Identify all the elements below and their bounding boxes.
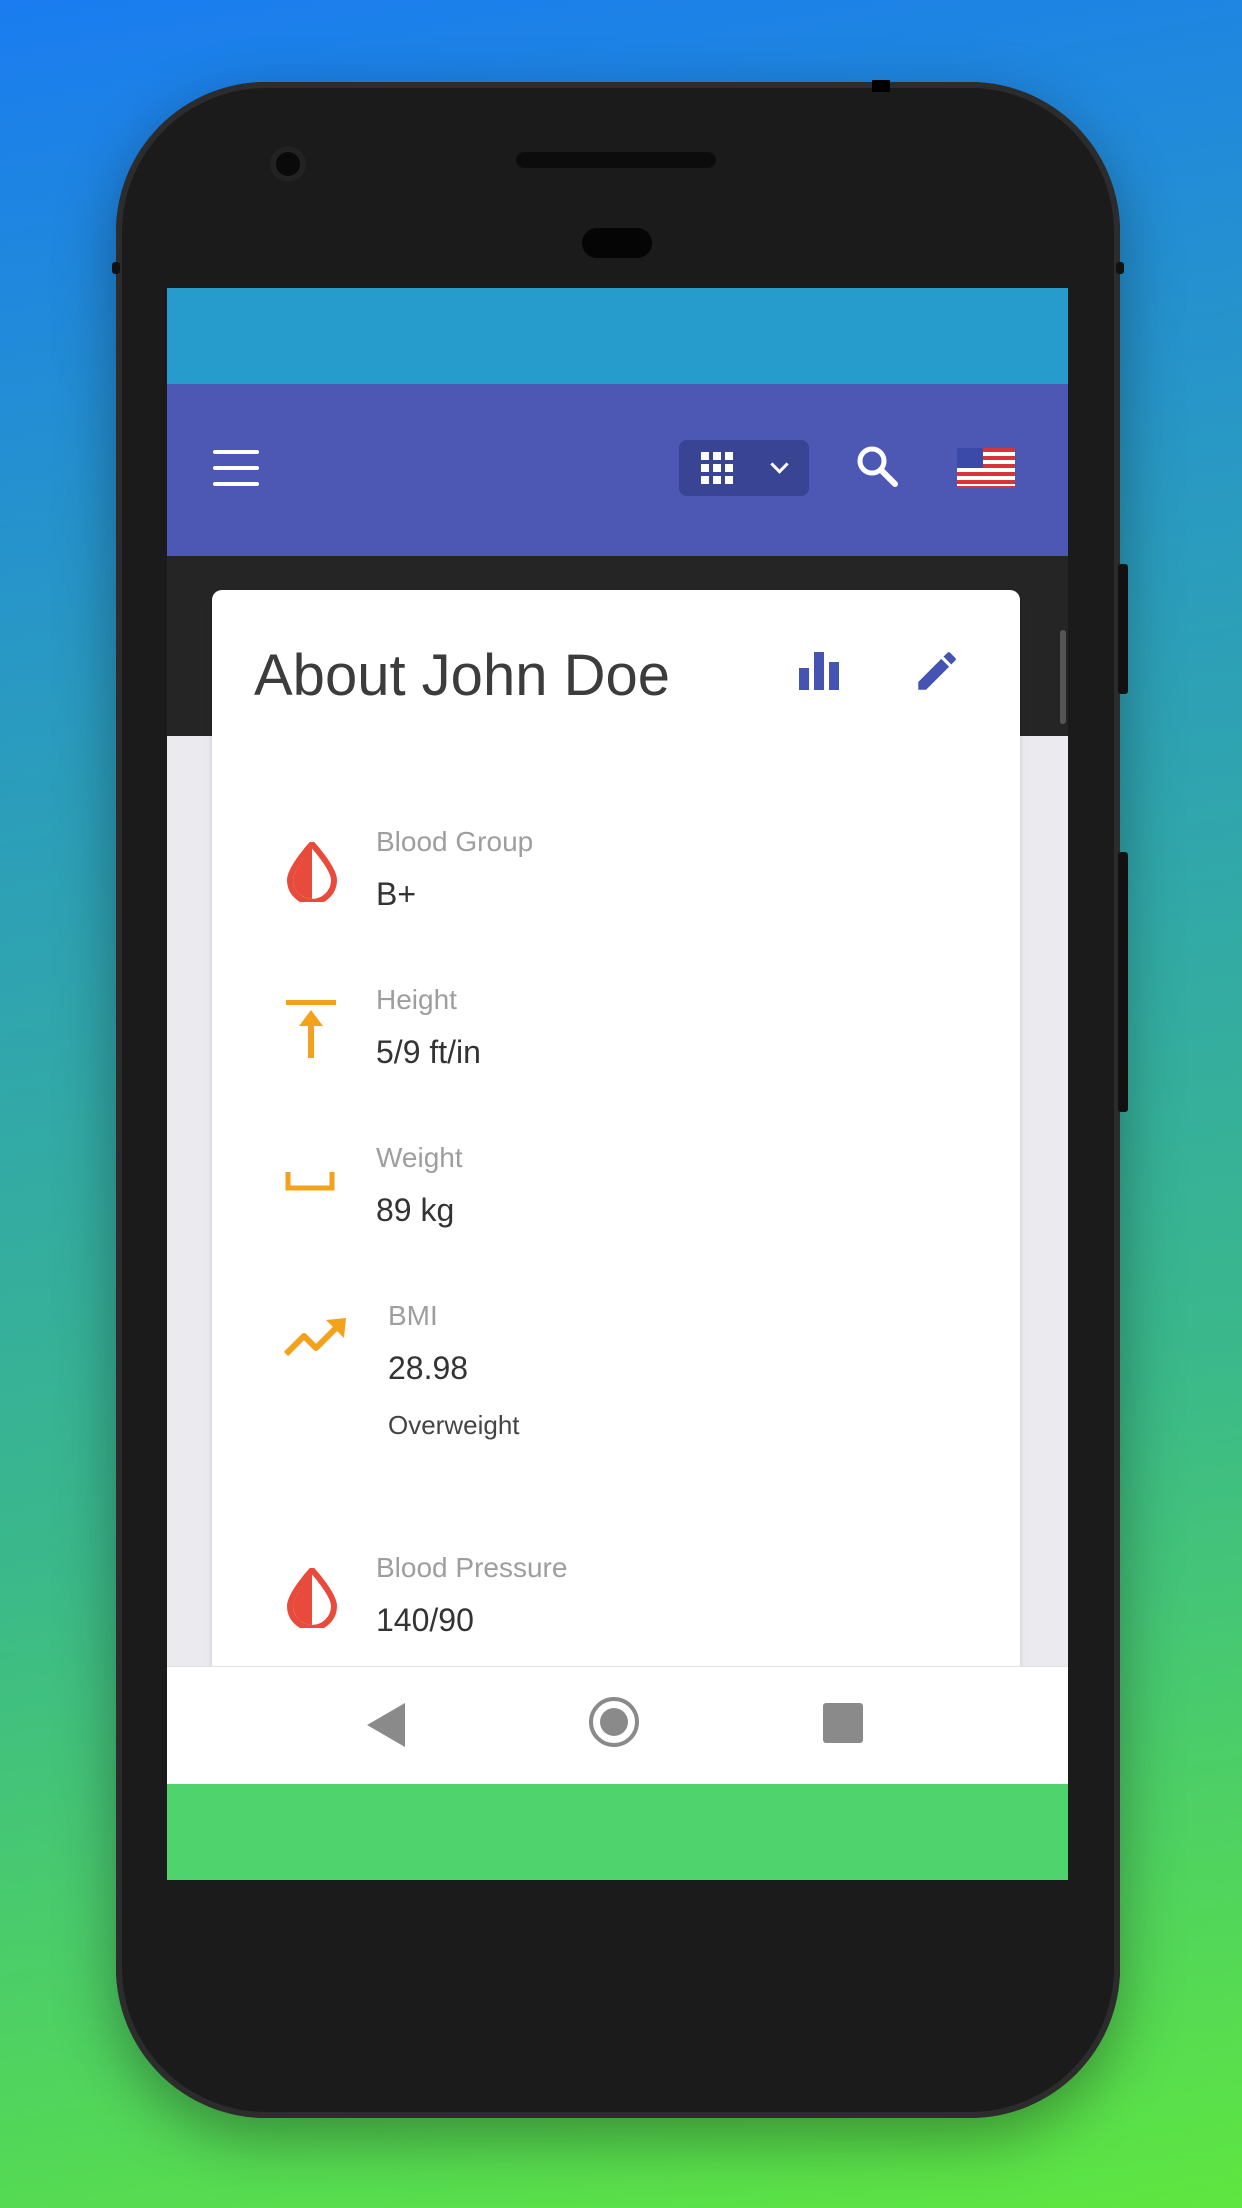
bottom-strip [167,1784,1068,1880]
scrollbar-thumb[interactable] [1060,630,1066,724]
proximity-sensor [582,228,652,258]
info-value: 28.98 [388,1350,469,1386]
apps-dropdown-button[interactable] [679,440,809,496]
apps-grid-icon [701,452,733,484]
profile-card: About John Doe Blood Group B+ Height 5/9… [212,590,1020,1790]
back-icon[interactable] [367,1703,405,1747]
info-value: 140/90 [376,1602,474,1638]
front-camera-icon [270,146,306,182]
blood-drop-icon [284,839,340,905]
info-value: 89 kg [376,1192,455,1228]
page-title: About John Doe [254,643,670,708]
search-icon[interactable] [855,444,899,488]
frame-notch [872,80,890,92]
bmi-status: Overweight [388,1410,520,1440]
frame-edge-left [112,262,120,274]
info-label: Height [376,984,457,1015]
info-label: Blood Group [376,826,534,857]
phone-screen: About John Doe Blood Group B+ Height 5/9… [167,288,1068,1880]
info-value: 5/9 ft/in [376,1034,481,1070]
edit-pencil-icon[interactable] [912,646,962,696]
blood-drop-icon [284,1565,340,1631]
volume-button [1118,852,1128,1112]
power-button [1118,564,1128,694]
info-label: BMI [388,1300,438,1331]
home-icon[interactable] [589,1697,639,1747]
recent-apps-icon[interactable] [823,1703,863,1743]
us-flag-icon[interactable] [957,448,1015,488]
system-nav-bar [167,1666,1068,1785]
height-icon [284,1000,340,1058]
status-bar [167,288,1068,384]
info-label: Weight [376,1142,463,1173]
info-value: B+ [376,876,417,912]
weight-icon [284,1166,340,1222]
info-label: Blood Pressure [376,1552,568,1583]
frame-edge-right [1116,262,1124,274]
menu-icon[interactable] [213,450,259,486]
trending-up-icon [283,1316,346,1372]
chevron-down-icon [770,455,789,474]
earpiece-speaker [516,152,716,168]
bar-chart-icon[interactable] [797,648,841,692]
app-bar [167,384,1068,556]
